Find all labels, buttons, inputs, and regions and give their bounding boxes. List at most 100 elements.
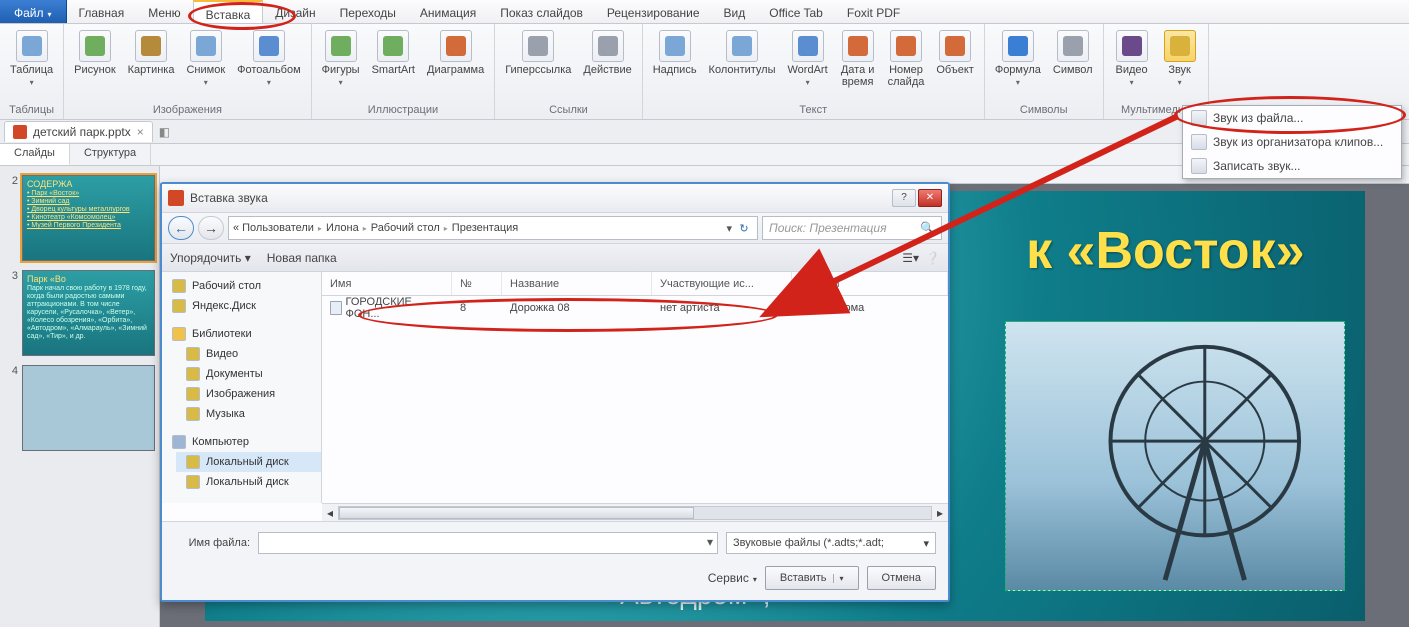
ribbon-equation[interactable]: Формула▾ [991,28,1045,87]
thumb-number: 4 [4,365,18,451]
ribbon-object[interactable]: Объект [932,28,977,76]
new-tab-icon[interactable]: ◧ [159,125,170,139]
ribbon-hyperlink[interactable]: Гиперссылка [501,28,575,76]
sidebar-libraries-header[interactable]: Библиотеки [162,324,321,344]
file-track-no: 8 [452,302,502,314]
menu-tab-показ слайдов[interactable]: Показ слайдов [488,0,595,23]
ribbon-symbol[interactable]: Символ [1049,28,1097,76]
hyperlink-icon [522,30,554,62]
breadcrumb-segment[interactable]: Презентация [452,222,526,234]
menu-tab-вид[interactable]: Вид [712,0,758,23]
filetype-dropdown[interactable]: Звуковые файлы (*.adts;*.adt; ▾ [726,532,936,554]
sidebar-yadisk[interactable]: Яндекс.Диск [162,296,321,316]
menu-tab-рецензирование[interactable]: Рецензирование [595,0,712,23]
filename-input[interactable]: ▾ [258,532,718,554]
menu-tab-меню[interactable]: Меню [136,0,192,23]
sidebar-localdisk-c[interactable]: Локальный диск [176,452,321,472]
ribbon-wordart[interactable]: WordArt▾ [784,28,832,87]
refresh-icon[interactable]: ↻ [735,222,753,235]
column-headers[interactable]: Имя № Название Участвующие ис... Альбом [322,272,948,296]
ribbon-audio[interactable]: Звук▾ [1158,28,1202,87]
ribbon-video[interactable]: Видео▾ [1110,28,1154,87]
video-icon [1116,30,1148,62]
slide-thumbnails: 2СОДЕРЖА• Парк «Восток»• Зимний сад• Дво… [0,166,160,627]
sidebar-documents[interactable]: Документы [176,364,321,384]
ribbon-label: Формула [995,64,1041,76]
menu-tab-вставка[interactable]: Вставка [193,0,264,23]
sidebar-desktop[interactable]: Рабочий стол [162,276,321,296]
document-tab[interactable]: детский парк.pptx × [4,121,153,142]
file-menu[interactable]: Файл [0,0,67,23]
ribbon-action[interactable]: Действие [579,28,635,76]
col-no[interactable]: № [452,272,502,295]
organize-dropdown[interactable]: Упорядочить ▾ [170,251,251,265]
new-folder-button[interactable]: Новая папка [267,251,337,265]
ribbon-table[interactable]: Таблица▾ [6,28,57,87]
headerfooter-icon [726,30,758,62]
search-input[interactable]: Поиск: Презентация 🔍 [762,216,942,240]
menu-tab-главная[interactable]: Главная [67,0,137,23]
audio-menu-record[interactable]: Записать звук... [1183,154,1401,178]
address-bar[interactable]: « ПользователиИлонаРабочий столПрезентац… [228,216,758,240]
audio-menu-from-file[interactable]: Звук из файла... [1183,106,1401,130]
ribbon-smartart[interactable]: SmartArt [368,28,419,76]
ribbon-label: Картинка [128,64,175,76]
menu-tab-анимация[interactable]: Анимация [408,0,488,23]
breadcrumb-segment[interactable]: Пользователи [242,222,326,234]
ribbon-clipart[interactable]: Картинка [124,28,179,76]
sidebar-localdisk-d[interactable]: Локальный диск [176,472,321,492]
ribbon-label: Рисунок [74,64,116,76]
ribbon-photoalbum[interactable]: Фотоальбом▾ [233,28,305,87]
horizontal-scrollbar[interactable]: ◂ ▸ [322,503,948,521]
help-button[interactable]: ? [892,189,916,207]
ribbon-slidenum[interactable]: Номер слайда [884,28,929,88]
ribbon-datetime[interactable]: Дата и время [836,28,880,88]
dialog-bottom: Имя файла: ▾ Звуковые файлы (*.adts;*.ad… [162,521,948,600]
insert-button[interactable]: Вставить▾ [765,566,859,590]
ribbon-picture[interactable]: Рисунок [70,28,120,76]
chevron-down-icon[interactable]: ▾ [707,535,713,549]
ribbon-group-label: Ссылки [495,103,642,119]
chevron-down-icon: ▾ [30,78,34,87]
breadcrumb-segment[interactable]: Илона [326,222,371,234]
ribbon-screenshot[interactable]: Снимок▾ [182,28,229,87]
file-row[interactable]: ГОРОДСКИЕ ФОН...8Дорожка 08нет артистане… [322,296,948,320]
sidebar-videos[interactable]: Видео [176,344,321,364]
sidebar-pictures[interactable]: Изображения [176,384,321,404]
ribbon-chart[interactable]: Диаграмма [423,28,488,76]
back-button[interactable]: ← [168,216,194,240]
menu-tab-office tab[interactable]: Office Tab [757,0,835,23]
menu-tab-дизайн[interactable]: Дизайн [263,0,327,23]
ribbon-headerfooter[interactable]: Колонтитулы [705,28,780,76]
close-button[interactable]: ✕ [918,189,942,207]
ribbon-textbox[interactable]: Надпись [649,28,701,76]
col-artist[interactable]: Участвующие ис... [652,272,792,295]
menu-item-label: Звук из файла... [1213,111,1303,125]
sidebar-computer-header[interactable]: Компьютер [162,432,321,452]
close-icon[interactable]: × [137,125,144,139]
folder-icon [186,347,200,361]
view-options-icon[interactable]: ☰▾ [902,251,919,265]
col-album[interactable]: Альбом [792,272,948,295]
menu-tab-переходы[interactable]: Переходы [328,0,408,23]
chevron-down-icon[interactable]: ▾ [726,222,732,235]
col-name[interactable]: Имя [322,272,452,295]
slide-thumbnail[interactable] [22,365,155,451]
tab-structure[interactable]: Структура [70,144,151,165]
menu-item-label: Звук из организатора клипов... [1213,135,1383,149]
col-title[interactable]: Название [502,272,652,295]
breadcrumb-segment[interactable]: Рабочий стол [371,222,452,234]
tab-slides[interactable]: Слайды [0,144,70,165]
slide-thumbnail[interactable]: Парк «ВоПарк начал свою работу в 1978 го… [22,270,155,356]
ribbon-shapes[interactable]: Фигуры▾ [318,28,364,87]
audio-menu-from-organizer[interactable]: Звук из организатора клипов... [1183,130,1401,154]
action-icon [592,30,624,62]
ribbon-label: Фотоальбом [237,64,301,76]
menu-tab-foxit pdf[interactable]: Foxit PDF [835,0,912,23]
slide-thumbnail[interactable]: СОДЕРЖА• Парк «Восток»• Зимний сад• Двор… [22,175,155,261]
sidebar-music[interactable]: Музыка [176,404,321,424]
service-dropdown[interactable]: Сервис [708,571,757,585]
cancel-button[interactable]: Отмена [867,566,936,590]
help-icon[interactable]: ❔ [925,251,940,265]
forward-button[interactable]: → [198,216,224,240]
